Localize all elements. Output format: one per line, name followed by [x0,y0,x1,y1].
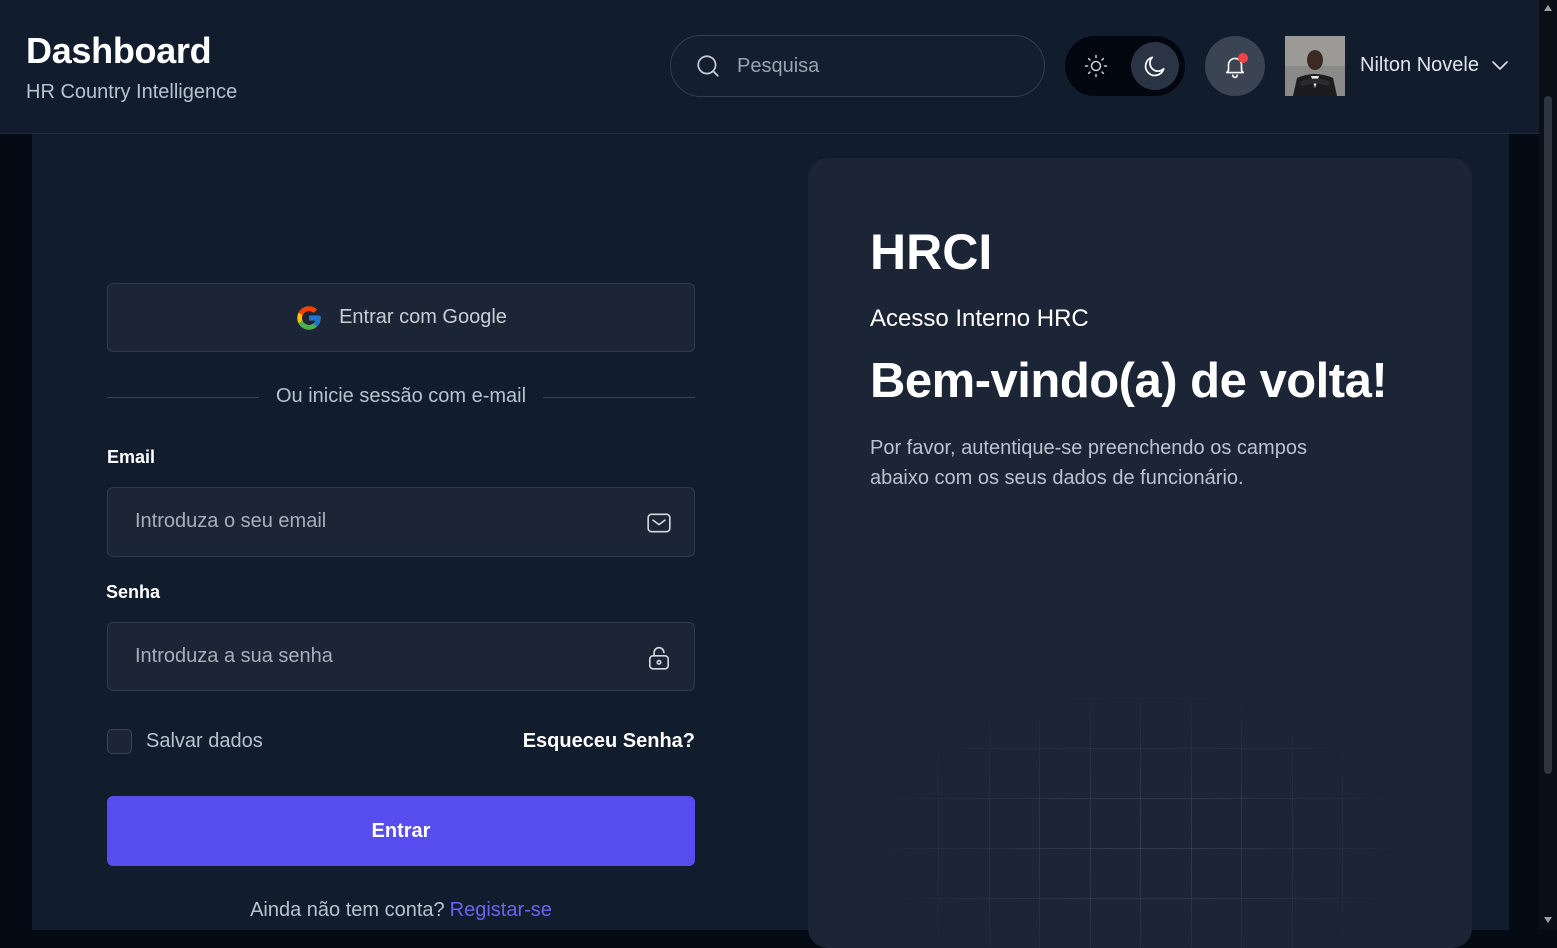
remember-label[interactable]: Salvar dados [146,730,263,753]
email-field-box[interactable] [107,487,695,557]
scroll-down-arrow[interactable] [1543,916,1553,924]
panel-subtitle: Acesso Interno HRC [870,305,1089,332]
divider: Ou inicie sessão com e-mail [107,384,695,410]
lock-icon[interactable] [646,645,672,671]
google-signin-label: Entrar com Google [339,306,507,328]
welcome-heading: Bem-vindo(a) de volta! [870,354,1388,408]
register-prompt-text: Ainda não tem conta? [250,899,445,921]
search-icon [697,55,719,77]
password-field-box[interactable] [107,622,695,691]
welcome-description: Por favor, autentique-se preenchendo os … [870,437,1307,489]
scrollbar[interactable] [1539,0,1557,930]
password-label: Senha [106,582,161,602]
page-title: Dashboard [26,30,212,71]
notifications-button[interactable] [1205,36,1265,96]
email-field[interactable] [135,510,615,533]
search-box[interactable] [670,35,1045,97]
user-photo [1285,36,1345,96]
mail-icon [647,513,671,533]
chevron-down-icon[interactable] [1490,58,1510,74]
scrollbar-thumb[interactable] [1544,96,1552,774]
login-button[interactable]: Entrar [107,796,695,866]
remember-me[interactable]: Salvar dados [107,729,263,754]
dark-mode-button[interactable] [1131,42,1179,90]
scroll-up-arrow[interactable] [1543,4,1553,12]
notification-dot [1238,53,1248,63]
user-name[interactable]: Nilton Novele [1360,54,1479,77]
avatar[interactable] [1285,36,1345,96]
register-link[interactable]: Registar-se [450,899,552,921]
sun-icon [1084,54,1108,78]
moon-icon [1144,56,1165,77]
top-bar: Dashboard HR Country Intelligence Pesqui… [0,0,1539,134]
divider-line-right [543,397,695,398]
remember-checkbox[interactable] [107,729,132,754]
password-field[interactable] [135,645,615,668]
theme-toggle[interactable] [1065,36,1185,96]
email-label: Email [107,447,156,467]
light-mode-button[interactable] [1072,42,1120,90]
forgot-password-link[interactable]: Esqueceu Senha? [523,730,695,753]
page-subtitle: HR Country Intelligence [26,81,238,103]
google-signin-button[interactable]: Entrar com Google [107,283,695,352]
panel-title: HRCI [870,224,993,280]
login-button-label: Entrar [371,819,431,842]
welcome-panel: HRCI Acesso Interno HRC Bem-vindo(a) de … [808,158,1472,948]
google-icon [297,305,321,330]
search-input[interactable] [737,54,997,78]
decorative-grid [888,648,1393,948]
register-prompt: Ainda não tem conta? Registar-se [107,899,695,922]
